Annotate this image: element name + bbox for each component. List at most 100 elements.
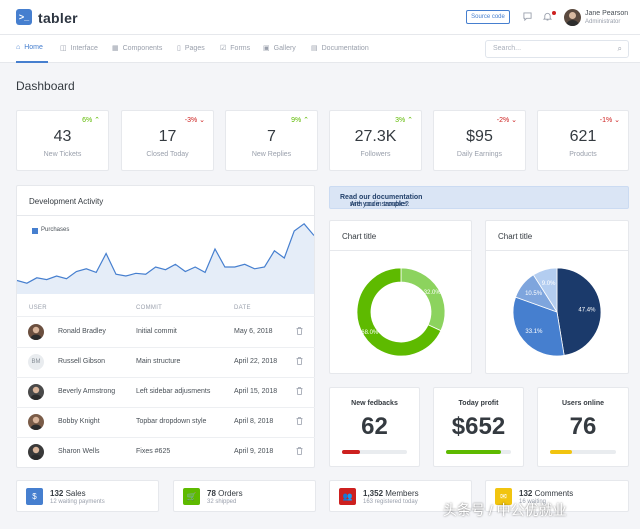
nav-item-gallery[interactable]: ▣ Gallery <box>263 44 296 52</box>
slice-label-1: 33.1% <box>525 329 543 335</box>
stat-value: 43 <box>53 128 72 145</box>
progress-track <box>342 450 407 454</box>
stat-change: -1% ⌄ <box>599 117 620 124</box>
slice-label-0: 32.0% <box>424 290 442 296</box>
stat-change: -3% ⌄ <box>184 117 205 124</box>
brand-name[interactable]: tabler <box>38 10 78 26</box>
stat-change: -2% ⌄ <box>496 117 517 124</box>
divider <box>16 316 315 317</box>
avatar <box>28 414 44 430</box>
kpi-card: New fedbacks 62 <box>329 387 420 467</box>
stat-card: -1% ⌄ 621 Products <box>537 110 629 171</box>
card-title: Development Activity <box>29 197 104 206</box>
file-text-icon: ▤ <box>311 45 318 52</box>
search-input[interactable]: Search... ⌕ <box>485 40 629 58</box>
commit-date: April 9, 2018 <box>234 448 274 455</box>
summary-count: 1,352 <box>363 489 384 498</box>
nav-item-documentation[interactable]: ▤ Documentation <box>311 44 369 52</box>
box-icon: ◫ <box>60 45 67 52</box>
nav-label: Forms <box>230 45 251 52</box>
avatar[interactable] <box>564 9 581 26</box>
chart-title: Chart title <box>498 232 533 241</box>
image-icon: ▣ <box>263 45 270 52</box>
avatar <box>28 324 44 340</box>
nav-item-forms[interactable]: ☑ Forms <box>220 44 250 52</box>
stat-card: 9% ⌃ 7 New Replies <box>225 110 318 171</box>
watermark: 头条号 / 中公优就业 <box>443 502 567 518</box>
search-placeholder: Search... <box>493 45 522 52</box>
stat-label: New Replies <box>251 151 292 158</box>
sales-summary-card: $ 132 Sales 12 waiting payments <box>16 480 159 512</box>
stat-label: Closed Today <box>146 151 189 158</box>
page-title: Dashboard <box>16 79 75 93</box>
commit-message: Fixes #625 <box>136 448 171 455</box>
trash-icon[interactable] <box>296 447 303 457</box>
kpi-value: 76 <box>569 413 597 440</box>
nav-label: Documentation <box>321 45 369 52</box>
user-name[interactable]: Russell Gibson <box>58 358 105 365</box>
bell-icon[interactable] <box>542 12 553 23</box>
stat-label: Daily Earnings <box>456 151 503 158</box>
commit-date: May 6, 2018 <box>234 328 273 335</box>
nav-item-components[interactable]: ▦ Components <box>112 44 162 52</box>
user-name[interactable]: Ronald Bradley <box>58 328 106 335</box>
active-tab-indicator <box>16 61 48 63</box>
stat-change: 6% ⌃ <box>82 117 100 124</box>
notification-badge <box>552 11 556 15</box>
dollar-icon: $ <box>26 488 43 505</box>
docs-alert: Are you in trouble? Read our documentati… <box>329 186 629 209</box>
commit-date: April 8, 2018 <box>234 418 274 425</box>
divider <box>16 377 315 378</box>
stat-value: 27.3K <box>354 128 397 145</box>
kpi-card: Today profit $652 <box>433 387 524 467</box>
nav-item-home[interactable]: ⌂ Home <box>16 44 43 51</box>
trash-icon[interactable] <box>296 327 303 337</box>
pie-chart: 47.4% 33.1% 10.5% 9.0% <box>512 267 602 357</box>
user-role: Administrator <box>585 19 621 25</box>
nav-item-interface[interactable]: ◫ Interface <box>60 44 98 52</box>
column-header: USER <box>29 305 47 311</box>
column-header: DATE <box>234 305 251 311</box>
terminal-icon[interactable]: >_ <box>16 9 32 25</box>
stat-value: $95 <box>466 128 493 145</box>
kpi-value: 62 <box>361 413 388 440</box>
stat-value: 621 <box>569 128 597 145</box>
donut-chart-card: Chart title 32.0% 68.0% <box>329 220 472 374</box>
progress-fill <box>446 450 501 454</box>
stat-label: Followers <box>360 151 391 158</box>
nav-label: Home <box>24 44 43 51</box>
user-name[interactable]: Bobby Knight <box>58 418 100 425</box>
nav-item-pages[interactable]: ▯ Pages <box>177 44 205 52</box>
docs-link[interactable]: Read our documentation <box>340 194 422 201</box>
user-name[interactable]: Beverly Armstrong <box>58 388 115 395</box>
stat-value: 7 <box>267 128 276 145</box>
nav-label: Gallery <box>273 45 296 52</box>
calendar-icon: ▦ <box>112 45 119 52</box>
stat-change: 3% ⌃ <box>395 117 413 124</box>
search-icon[interactable]: ⌕ <box>618 44 622 54</box>
trash-icon[interactable] <box>296 417 303 427</box>
summary-count: 78 <box>207 489 216 498</box>
trash-icon[interactable] <box>296 387 303 397</box>
summary-label: Members <box>385 489 419 498</box>
summary-label: Sales <box>65 489 86 498</box>
commit-message: Topbar dropdown style <box>136 418 207 425</box>
user-name[interactable]: Sharon Wells <box>58 448 100 455</box>
message-icon[interactable] <box>523 12 532 23</box>
slice-label-0: 47.4% <box>578 308 596 314</box>
top-header: >_ tabler Source code Jane Pearson Admin… <box>0 0 640 35</box>
stat-value: 17 <box>158 128 177 145</box>
stat-label: Products <box>569 151 597 158</box>
trash-icon[interactable] <box>296 357 303 367</box>
avatar <box>28 444 44 460</box>
user-name[interactable]: Jane Pearson <box>585 10 628 17</box>
progress-fill <box>550 450 573 454</box>
stat-label: New Tickets <box>43 151 82 158</box>
summary-count: 132 <box>519 489 533 498</box>
divider <box>16 437 315 438</box>
orders-summary-card: 🛒 78 Orders 32 shipped <box>173 480 316 512</box>
progress-track <box>446 450 511 454</box>
source-code-button[interactable]: Source code <box>466 10 510 24</box>
home-icon: ⌂ <box>16 44 21 51</box>
column-header: COMMIT <box>136 305 163 311</box>
